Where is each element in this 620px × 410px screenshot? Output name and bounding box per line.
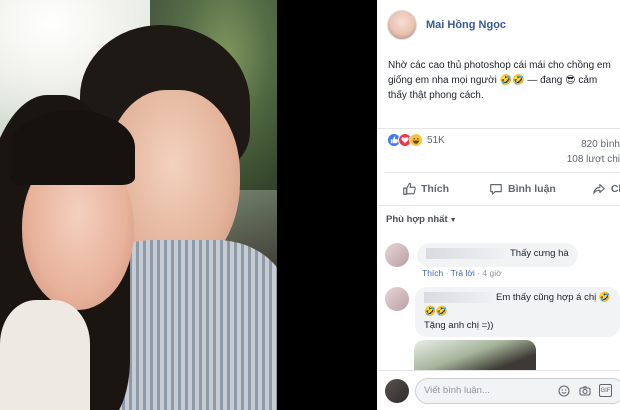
divider (385, 172, 620, 173)
comment-text: Thấy cưng hà (510, 248, 569, 260)
comments-count[interactable]: 820 bình (567, 137, 620, 152)
comment-like-link[interactable]: Thích (422, 268, 443, 278)
post-photo[interactable] (0, 0, 277, 410)
blurred-commenter-name[interactable] (424, 291, 492, 303)
emoji-icon[interactable] (557, 384, 570, 397)
composer-icons: GIF (557, 384, 620, 397)
shares-count[interactable]: 108 lượt chi (567, 152, 620, 167)
post-header: Mai Hồng Ngọc (387, 8, 506, 42)
share-button[interactable]: Chia s (592, 182, 620, 196)
sort-label: Phù hợp nhất (386, 214, 448, 225)
comment-input-placeholder: Viết bình luận... (424, 385, 490, 396)
like-label: Thích (421, 183, 449, 195)
photo-woman-shoulder (0, 300, 90, 410)
comment-reply-link[interactable]: Trả lời (451, 268, 475, 278)
comment-meta: Thích · Trả lời · 4 giờ (422, 268, 502, 278)
commenter-avatar[interactable] (385, 287, 409, 311)
like-button[interactable]: Thích (402, 182, 449, 196)
share-icon (593, 184, 605, 194)
caption-line-3: thấy thật phong cách. (388, 90, 484, 101)
caption-line-2: giống em nha mọi người 🤣🤣 — đang 😎 cảm (388, 75, 598, 86)
comment-bubble: Thấy cưng hà (417, 243, 578, 267)
commenter-avatar[interactable] (385, 243, 409, 267)
thumb-icon (403, 182, 416, 195)
post-caption: Nhờ các cao thủ photoshop cái mái cho ch… (388, 58, 620, 103)
reaction-summary[interactable]: 51K (387, 133, 445, 147)
reaction-count: 51K (427, 134, 445, 146)
comment-item: Em thấy cũng hợp á chị 🤣 🤣🤣 Tặng anh chị… (385, 287, 620, 337)
comment-time[interactable]: 4 giờ (482, 268, 501, 278)
haha-icon (409, 133, 423, 147)
post-panel: Mai Hồng Ngọc Nhờ các cao thủ photoshop … (377, 0, 620, 410)
share-label: Chia s (610, 183, 620, 195)
divider (377, 205, 620, 206)
comment-text-line-2: 🤣🤣 (424, 306, 448, 317)
camera-icon[interactable] (578, 384, 591, 397)
comment-button[interactable]: Bình luận (489, 182, 556, 196)
comment-bubble: Em thấy cũng hợp á chị 🤣 🤣🤣 Tặng anh chị… (415, 287, 620, 337)
comment-text-line-1: Em thấy cũng hợp á chị 🤣 (496, 292, 611, 303)
comment-label: Bình luận (508, 183, 556, 195)
comment-composer: Viết bình luận... GIF (377, 370, 620, 410)
comment-icon (490, 184, 502, 195)
action-bar: Thích Bình luận Chia s (377, 176, 620, 202)
blurred-commenter-name[interactable] (426, 248, 504, 259)
author-name[interactable]: Mai Hồng Ngọc (426, 19, 506, 31)
comment-item: Thấy cưng hà (385, 243, 578, 267)
divider (377, 128, 620, 129)
photo-woman-bangs (10, 110, 135, 185)
post-stats: 820 bình 108 lượt chi (567, 137, 620, 167)
photo-gap (277, 0, 377, 410)
gif-icon[interactable]: GIF (599, 384, 612, 397)
author-avatar[interactable] (387, 10, 417, 40)
comment-text-line-3: Tặng anh chị =)) (424, 320, 494, 331)
comment-sort-dropdown[interactable]: Phù hợp nhất ▼ (386, 214, 457, 225)
caption-line-1: Nhờ các cao thủ photoshop cái mái cho ch… (388, 60, 611, 71)
chevron-down-icon: ▼ (449, 217, 457, 224)
viewer-avatar (385, 379, 409, 403)
